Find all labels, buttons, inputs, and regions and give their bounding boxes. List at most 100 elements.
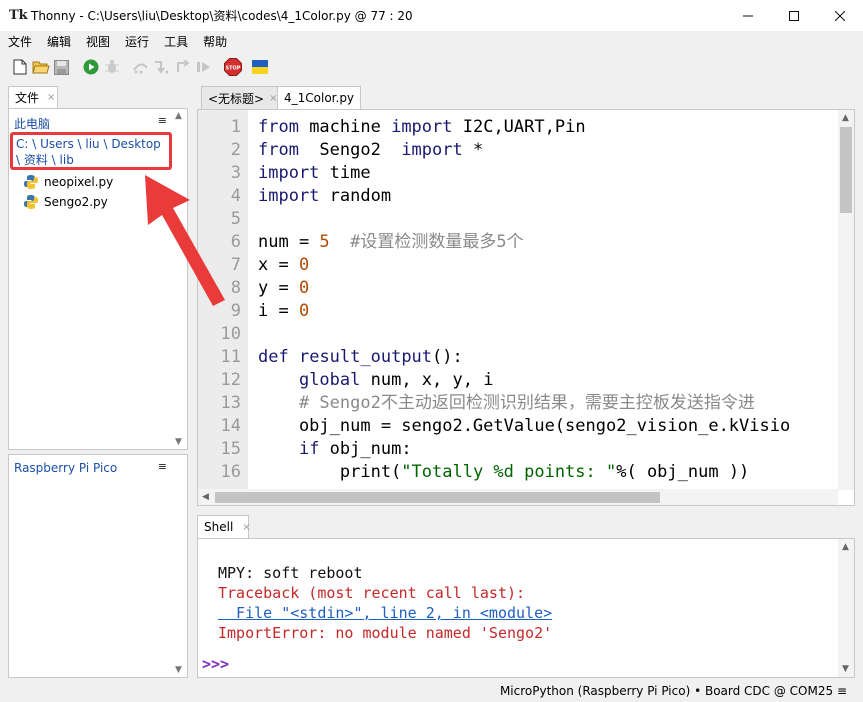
scroll-up-icon[interactable]: ▲ — [175, 111, 182, 121]
keyword: import — [258, 163, 320, 183]
step-out-icon — [176, 60, 190, 72]
file-item-sengo2[interactable]: Sengo2.py — [23, 194, 108, 210]
menu-bar: 文件 编辑 视图 运行 工具 帮助 — [0, 31, 863, 51]
close-icon — [835, 10, 845, 21]
tab-4-1color-label: 4_1Color.py — [284, 91, 355, 105]
shell-panel[interactable]: MPY: soft reboot Traceback (most recent … — [197, 538, 855, 678]
python-file-icon — [24, 175, 38, 189]
shell-error-line: Traceback (most recent call last): — [218, 584, 526, 602]
line-number: 10 — [220, 324, 241, 344]
device-menu-icon[interactable]: ≡ — [158, 460, 167, 473]
file-item-neopixel[interactable]: neopixel.py — [23, 174, 113, 190]
scrollbar-thumb[interactable] — [215, 492, 660, 503]
menu-edit[interactable]: 编辑 — [39, 33, 78, 50]
step-over-button[interactable] — [130, 56, 151, 78]
keyword: import — [391, 117, 453, 137]
keyword: import — [401, 140, 463, 160]
device-heading[interactable]: Raspberry Pi Pico — [14, 461, 117, 475]
shell-scrollbar[interactable]: ▲ ▼ — [838, 539, 854, 677]
step-over-icon — [132, 63, 148, 74]
code-text: y = — [258, 278, 299, 298]
status-bar: MicroPython (Raspberry Pi Pico) • Board … — [0, 680, 863, 702]
tab-4-1color[interactable]: 4_1Color.py — [277, 86, 362, 109]
new-file-button[interactable] — [9, 56, 30, 78]
tab-untitled[interactable]: <无标题> × — [201, 86, 285, 109]
scrollbar-thumb[interactable] — [840, 127, 852, 213]
code-text: num, x, y, i — [360, 370, 494, 390]
python-file-icon — [24, 195, 38, 209]
run-button[interactable] — [80, 56, 101, 78]
number-literal: 5 — [319, 232, 330, 252]
menu-view[interactable]: 视图 — [78, 33, 117, 50]
save-icon — [54, 59, 69, 75]
shell-tab-close-icon[interactable]: × — [242, 522, 250, 533]
menu-run[interactable]: 运行 — [117, 33, 156, 50]
new-file-icon — [13, 59, 26, 75]
stop-button[interactable]: STOP — [222, 56, 243, 78]
shell-prompt[interactable]: >>> — [202, 655, 229, 673]
save-button[interactable] — [51, 56, 72, 78]
this-pc-heading[interactable]: 此电脑 — [14, 115, 50, 132]
code-text: obj_num: — [319, 439, 412, 459]
step-into-icon — [154, 61, 168, 74]
editor-horizontal-scrollbar[interactable]: ◀ — [198, 489, 838, 505]
code-text: (): — [432, 347, 463, 367]
path-line-2[interactable]: \ 资料 \ lib — [16, 152, 166, 168]
editor-vertical-scrollbar[interactable]: ▲ — [838, 110, 854, 490]
debug-icon — [104, 60, 119, 73]
code-text: num = — [258, 232, 320, 252]
files-tab[interactable]: 文件 × — [8, 86, 58, 108]
keyword: global — [298, 370, 361, 390]
code-text: I2C,UART,Pin — [452, 117, 586, 137]
code-editor[interactable]: 1 2 3 4 5 6 7 8 9 10 11 12 13 14 15 16 f… — [197, 109, 855, 506]
line-number: 12 — [220, 370, 241, 390]
minimize-icon — [743, 15, 753, 16]
files-tab-close-icon[interactable]: × — [47, 92, 55, 103]
stop-icon-label: STOP — [225, 66, 240, 72]
toolbar: STOP — [0, 54, 863, 80]
scroll-down-icon[interactable]: ▼ — [175, 665, 182, 675]
keyword: from — [258, 140, 299, 160]
support-ukraine-button[interactable] — [249, 56, 270, 78]
function-name: result_output — [298, 347, 433, 367]
annotation-arrow-icon — [145, 175, 225, 306]
shell-tab-label: Shell — [204, 520, 234, 534]
interpreter-status[interactable]: MicroPython (Raspberry Pi Pico) • Board … — [500, 684, 847, 698]
device-scrollbar[interactable]: ▼ — [173, 455, 187, 677]
code-line-12: global num, x, y, i — [258, 369, 493, 392]
line-number: 1 — [230, 117, 241, 137]
step-into-button[interactable] — [151, 56, 172, 78]
scroll-left-icon[interactable]: ◀ — [202, 492, 209, 502]
scroll-down-icon[interactable]: ▼ — [175, 437, 182, 447]
window-title: Thonny - C:\Users\liu\Desktop\资料\codes\4… — [31, 9, 413, 23]
resume-button[interactable] — [193, 56, 214, 78]
scroll-up-icon[interactable]: ▲ — [842, 113, 849, 123]
step-out-button[interactable] — [172, 56, 193, 78]
maximize-button[interactable] — [771, 0, 817, 31]
code-line-2: from Sengo2 import * — [258, 139, 483, 162]
minimize-button[interactable] — [725, 0, 771, 31]
files-menu-icon[interactable]: ≡ — [158, 114, 167, 127]
open-file-button[interactable] — [30, 56, 51, 78]
resume-icon — [196, 62, 210, 72]
file-name: Sengo2.py — [44, 195, 108, 209]
code-line-15: if obj_num: — [258, 438, 412, 461]
line-number: 15 — [220, 439, 241, 459]
scroll-up-icon[interactable]: ▲ — [842, 542, 849, 552]
line-number: 13 — [220, 393, 241, 413]
menu-file[interactable]: 文件 — [0, 33, 39, 50]
line-number: 16 — [220, 462, 241, 482]
shell-traceback-link[interactable]: File "<stdin>", line 2, in <module> — [218, 604, 552, 622]
code-line-7: x = 0 — [258, 254, 309, 277]
code-text: * — [462, 140, 484, 160]
scroll-down-icon[interactable]: ▼ — [842, 664, 849, 674]
menu-help[interactable]: 帮助 — [195, 33, 234, 50]
code-text: print( — [258, 462, 402, 482]
shell-tab[interactable]: Shell × — [197, 515, 251, 538]
path-line-1[interactable]: C: \ Users \ liu \ Desktop — [16, 136, 166, 152]
menu-tools[interactable]: 工具 — [156, 33, 195, 50]
window-controls — [725, 0, 863, 31]
code-text: random — [319, 186, 392, 206]
close-button[interactable] — [817, 0, 863, 31]
debug-button[interactable] — [101, 56, 122, 78]
